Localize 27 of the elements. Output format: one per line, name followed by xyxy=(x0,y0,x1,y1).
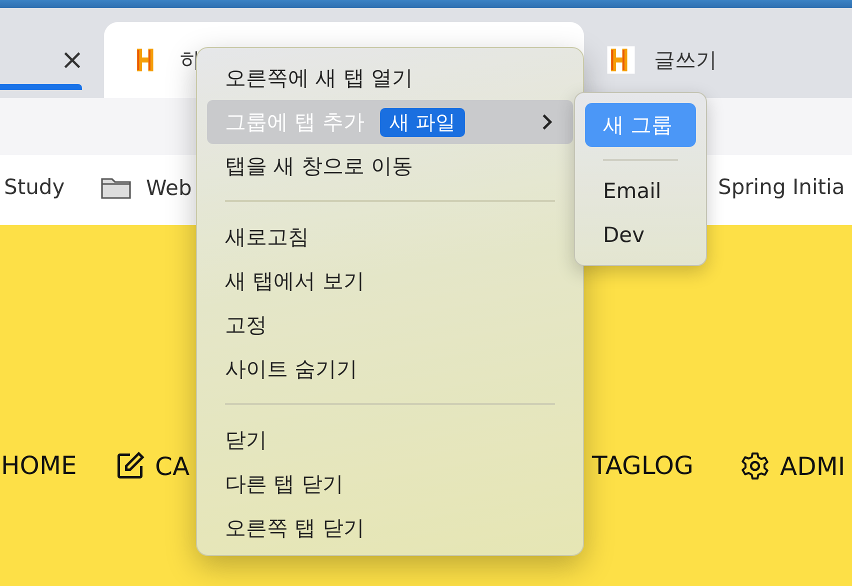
browser-tab[interactable]: 글쓰기 xyxy=(604,22,852,98)
chevron-right-icon xyxy=(541,113,553,131)
bookmark-link[interactable]: Study xyxy=(4,175,65,199)
menu-item[interactable]: Dev xyxy=(585,213,696,257)
bookmark-link[interactable]: Spring Initia xyxy=(718,175,845,199)
menu-item[interactable]: 오른쪽 탭 닫기 xyxy=(207,506,573,550)
nav-link[interactable]: CA xyxy=(155,452,190,480)
bookmark-link[interactable]: Web xyxy=(146,176,192,200)
nav-link[interactable]: ADMI xyxy=(780,452,846,480)
menu-item[interactable]: 탭을 새 창으로 이동 xyxy=(207,144,573,188)
close-icon[interactable]: × xyxy=(60,46,84,74)
menu-item[interactable]: 오른쪽에 새 탭 열기 xyxy=(207,56,573,100)
menu-item[interactable]: 사이트 숨기기 xyxy=(207,347,573,391)
settings-icon xyxy=(740,451,770,481)
menu-item[interactable]: Email xyxy=(585,169,696,213)
menu-item[interactable]: 새 탭에서 보기 xyxy=(207,259,573,303)
menu-item[interactable]: 새로고침 xyxy=(207,215,573,259)
tab-title: 글쓰기 xyxy=(654,47,717,74)
edit-icon xyxy=(115,451,145,481)
new-badge: 새 파일 xyxy=(380,108,465,136)
browser-tab[interactable]: × xyxy=(0,22,100,98)
nav-link[interactable]: TAGLOG xyxy=(592,451,694,480)
favicon-icon xyxy=(606,45,636,75)
nav-link[interactable]: HOME xyxy=(1,451,77,480)
menu-item[interactable]: 닫기 xyxy=(207,418,573,462)
menu-item[interactable]: 다른 탭 닫기 xyxy=(207,462,573,506)
menu-item[interactable]: 고정 xyxy=(207,303,573,347)
